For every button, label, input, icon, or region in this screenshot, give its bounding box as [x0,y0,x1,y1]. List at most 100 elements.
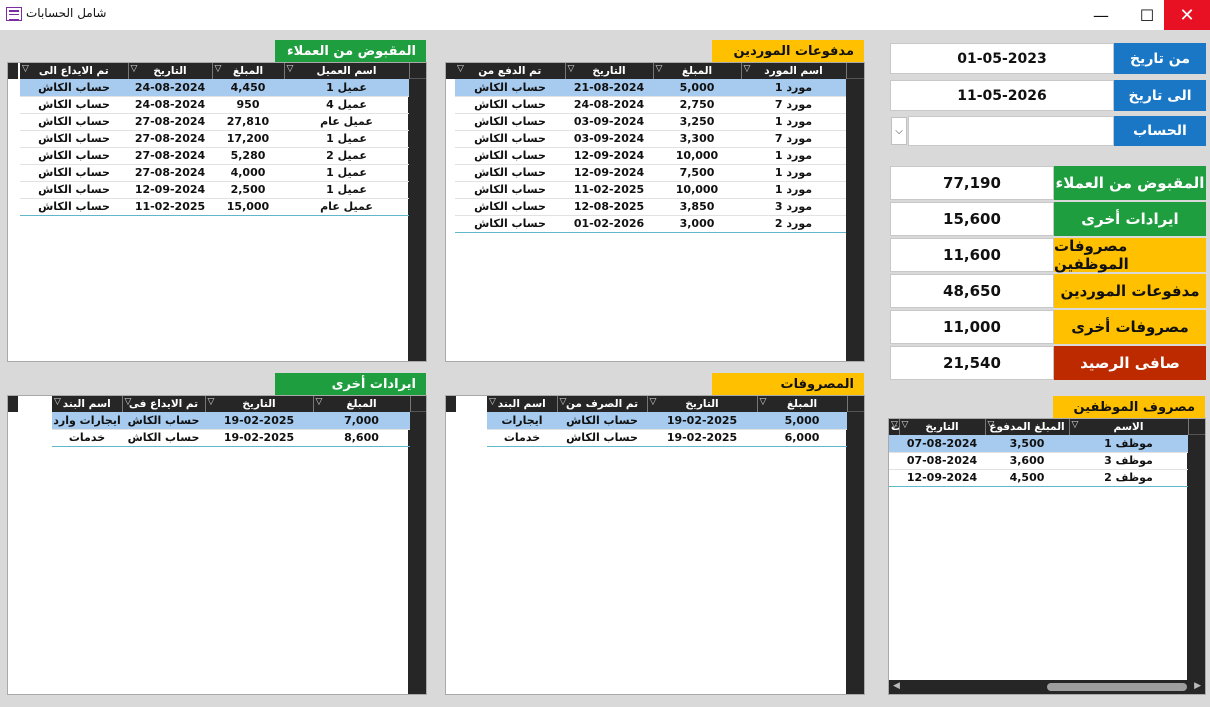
table-cell[interactable]: حساب الكاش [20,96,128,114]
table-cell[interactable]: حساب الكاش [122,429,205,447]
sort-filter-icon[interactable]: ▽ [208,397,215,407]
select-all-cell[interactable] [408,63,426,79]
table-cell[interactable]: حساب الكاش [455,147,565,165]
table-cell[interactable]: 27-08-2024 [128,164,212,182]
table-cell[interactable]: حساب الكاش [20,181,128,199]
column-header[interactable]: ▽ اسم البند [487,396,558,412]
table-row[interactable]: حساب الكاش 27-08-2024 27,810 عميل عام [20,113,409,131]
table-cell[interactable]: حساب الكاش [455,215,565,233]
column-header[interactable]: ▽ تم الدفع من [455,63,566,79]
table-row[interactable]: حساب الكاش 27-08-2024 5,280 عميل 2 [20,147,409,165]
table-cell[interactable]: موظف 2 [1069,469,1188,487]
table-row[interactable]: حساب الكاش 24-08-2024 4,450 عميل 1 [20,79,409,97]
scrollbar-thumb[interactable] [1047,683,1187,691]
sort-filter-icon[interactable]: ▽ [54,397,61,407]
table-cell[interactable]: 10,000 [653,147,741,165]
table-row[interactable]: حساب الكاش 21-08-2024 5,000 مورد 1 [455,79,846,97]
table-cell[interactable]: حساب الكاش [20,113,128,131]
table-cell[interactable]: حساب الكاش [20,130,128,148]
sort-filter-icon[interactable]: ▽ [568,64,575,74]
table-cell[interactable]: 3,250 [653,113,741,131]
table-cell[interactable]: 12-08-2025 [565,198,653,216]
chevron-down-icon[interactable]: ⌵ [891,117,907,145]
table-row[interactable]: 12-09-2024 4,500 موظف 2 [889,469,1188,487]
account-combo[interactable] [908,116,1114,146]
close-button[interactable]: ✕ [1164,0,1210,30]
column-header[interactable]: ▽ تم الايداع فى [122,396,206,412]
select-all-cell[interactable] [846,63,864,79]
select-all-cell[interactable] [1187,419,1205,435]
table-cell[interactable] [889,452,899,470]
table-cell[interactable]: ايجارات [487,412,557,430]
column-header[interactable]: ▽ المبلغ [313,396,411,412]
table-cell[interactable]: 950 [212,96,284,114]
table-cell[interactable]: عميل 1 [284,181,409,199]
sort-filter-icon[interactable]: ▽ [125,397,132,407]
table-cell[interactable]: 2,750 [653,96,741,114]
column-header[interactable]: ▽ اسم البند [52,396,123,412]
table-cell[interactable]: 19-02-2025 [647,412,757,430]
table-cell[interactable]: مورد 1 [741,181,846,199]
table-cell[interactable]: حساب الكاش [455,96,565,114]
table-cell[interactable]: 19-02-2025 [647,429,757,447]
table-cell[interactable]: 2,500 [212,181,284,199]
table-cell[interactable]: عميل 1 [284,79,409,97]
table-cell[interactable]: مورد 2 [741,215,846,233]
table-row[interactable]: ايجارات حساب الكاش 19-02-2025 5,000 [487,412,847,430]
table-cell[interactable]: حساب الكاش [455,113,565,131]
table-cell[interactable]: 24-08-2024 [565,96,653,114]
column-header[interactable]: ▽ اسم العميل [284,63,410,79]
table-cell[interactable]: 3,850 [653,198,741,216]
table-cell[interactable]: حساب الكاش [20,147,128,165]
table-cell[interactable]: حساب الكاش [20,79,128,97]
select-all-cell[interactable] [408,396,426,412]
table-cell[interactable]: حساب الكاش [557,429,647,447]
table-cell[interactable]: 27-08-2024 [128,130,212,148]
table-cell[interactable]: 3,000 [653,215,741,233]
sort-filter-icon[interactable]: ▽ [215,64,222,74]
table-cell[interactable]: مورد 7 [741,96,846,114]
table-cell[interactable]: 3,300 [653,130,741,148]
table-row[interactable]: حساب الكاش 11-02-2025 15,000 عميل عام [20,198,409,216]
sort-filter-icon[interactable]: ▽ [287,64,294,74]
table-cell[interactable]: 5,280 [212,147,284,165]
table-cell[interactable]: 8,600 [313,429,410,447]
sort-filter-icon[interactable]: ▽ [560,397,567,407]
column-header[interactable]: ▽ تم الصرف من [557,396,648,412]
table-cell[interactable]: عميل عام [284,198,409,216]
table-cell[interactable]: 24-08-2024 [128,79,212,97]
table-cell[interactable]: حساب الكاش [20,164,128,182]
table-cell[interactable]: 4,000 [212,164,284,182]
column-header[interactable]: ▽ ت [889,419,900,435]
table-cell[interactable]: عميل عام [284,113,409,131]
table-cell[interactable]: 27-08-2024 [128,113,212,131]
table-cell[interactable]: 07-08-2024 [899,452,985,470]
table-cell[interactable]: 6,000 [757,429,847,447]
table-cell[interactable]: 3,600 [985,452,1069,470]
table-row[interactable]: حساب الكاش 11-02-2025 10,000 مورد 1 [455,181,846,199]
sort-filter-icon[interactable]: ▽ [760,397,767,407]
table-cell[interactable]: مورد 1 [741,147,846,165]
record-selector-bar[interactable] [408,63,426,361]
scroll-left-icon[interactable]: ◀ [893,681,900,691]
table-cell[interactable]: 19-02-2025 [205,429,313,447]
table-cell[interactable]: حساب الكاش [557,412,647,430]
table-cell[interactable]: 03-09-2024 [565,130,653,148]
table-cell[interactable] [889,469,899,487]
sort-filter-icon[interactable]: ▽ [316,397,323,407]
sort-filter-icon[interactable]: ▽ [744,64,751,74]
table-row[interactable]: حساب الكاش 12-09-2024 2,500 عميل 1 [20,181,409,199]
table-cell[interactable]: 5,000 [757,412,847,430]
table-cell[interactable]: 27,810 [212,113,284,131]
table-cell[interactable]: 07-08-2024 [899,435,985,453]
minimize-button[interactable]: — [1078,0,1124,30]
table-row[interactable]: 07-08-2024 3,500 موظف 1 [889,435,1188,453]
column-header[interactable]: ▽ اسم المورد [741,63,847,79]
table-cell[interactable]: 3,500 [985,435,1069,453]
column-header[interactable]: ▽ التاريخ [899,419,986,435]
table-cell[interactable]: 12-09-2024 [565,164,653,182]
table-cell[interactable]: خدمات [52,429,122,447]
table-cell[interactable]: مورد 3 [741,198,846,216]
table-row[interactable]: خدمات حساب الكاش 19-02-2025 8,600 [52,429,410,447]
column-header[interactable]: ▽ المبلغ المدفوع [985,419,1070,435]
